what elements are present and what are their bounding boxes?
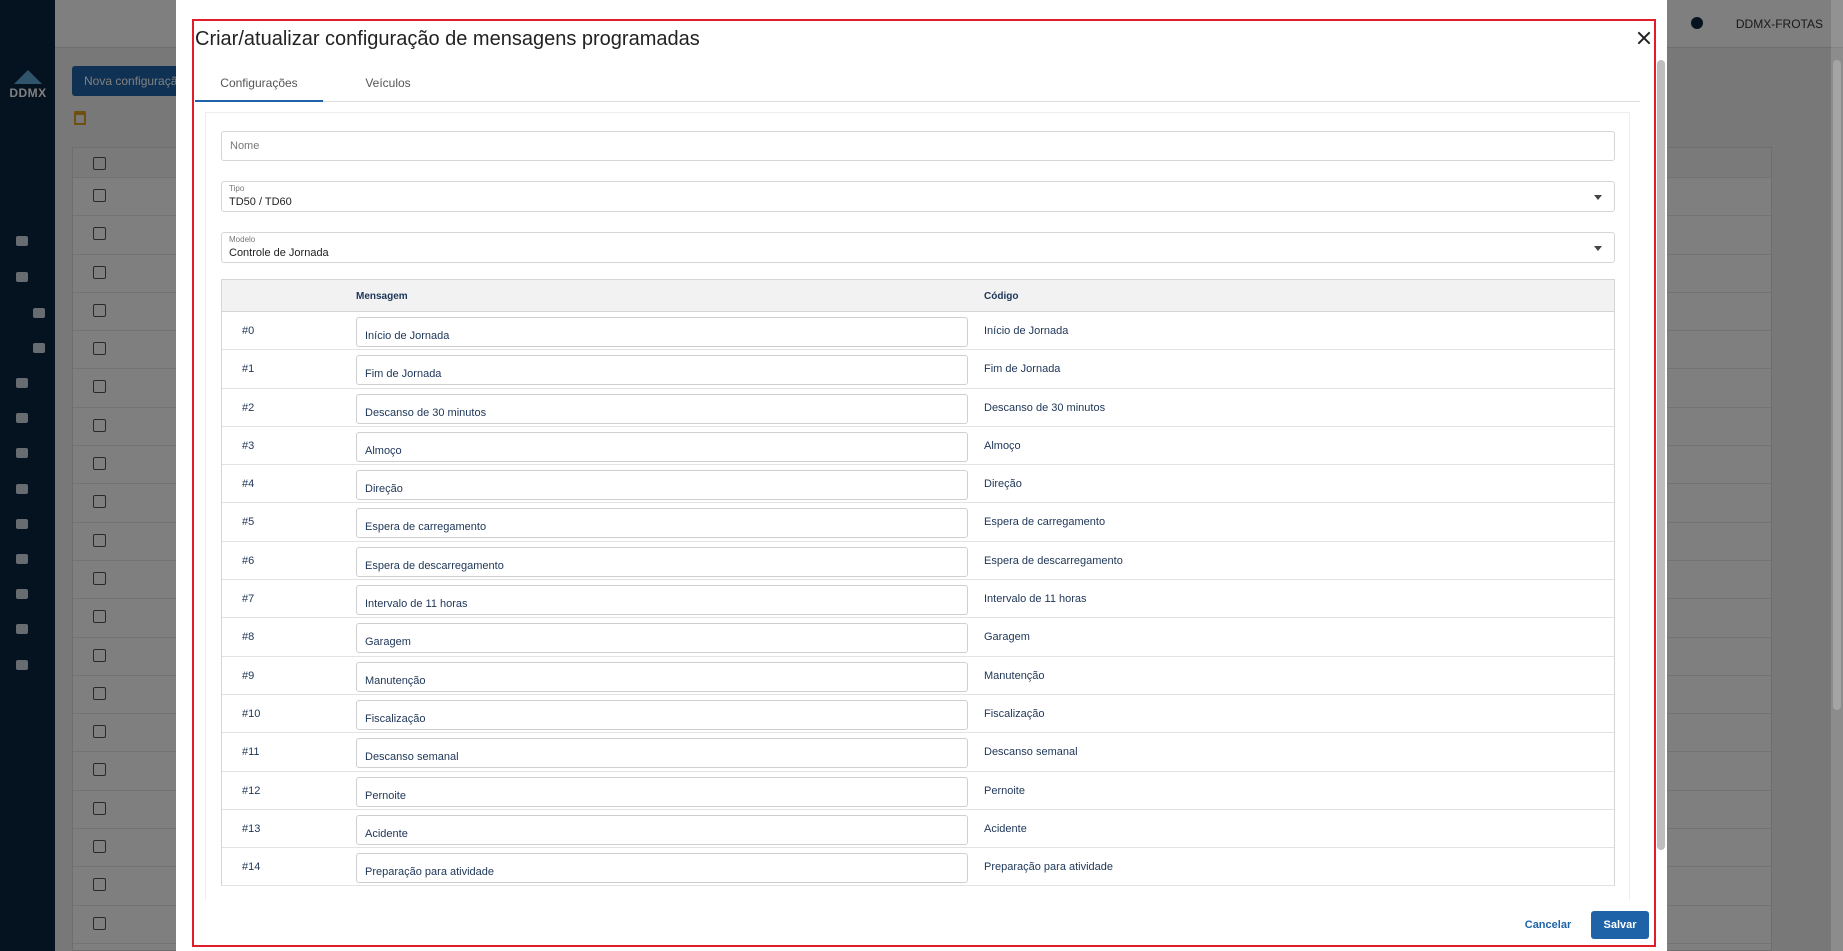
message-code: Almoço (984, 439, 1021, 452)
name-input[interactable] (222, 132, 1614, 160)
message-input[interactable]: Pernoite (356, 776, 968, 807)
table-row: #5 Espera de carregamento Espera de carreg… (222, 503, 1614, 542)
row-index: #12 (242, 784, 261, 797)
message-input[interactable]: Direção (356, 470, 968, 501)
message-code: Espera de carregamento (984, 516, 1106, 529)
message-code: Pernoite (984, 784, 1025, 797)
messages-table: Mensagem Código #0 Início de Jornada Iníci… (221, 279, 1615, 887)
type-value: TD50 / TD60 (229, 196, 292, 208)
name-field[interactable] (221, 131, 1615, 161)
table-row: #6 Espera de descarregamento Espera de des… (222, 542, 1614, 581)
message-code: Descanso semanal (984, 746, 1078, 759)
close-icon[interactable] (1636, 30, 1652, 46)
dialog-scrollbar-thumb[interactable] (1657, 60, 1665, 850)
config-panel: Tipo TD50 / TD60 Modelo Controle de Jorn… (205, 112, 1630, 900)
row-index: #5 (242, 516, 255, 529)
message-input[interactable]: Almoço (356, 431, 968, 462)
table-row: #1 Fim de Jornada Fim de Jornada (222, 350, 1614, 389)
row-index: #13 (242, 822, 261, 835)
table-row: #4 Direção Direção (222, 465, 1614, 504)
message-input[interactable]: Acidente (356, 814, 968, 845)
message-input[interactable]: Fiscalização (356, 699, 968, 730)
row-index: #3 (242, 439, 255, 452)
message-code: Fim de Jornada (984, 363, 1061, 376)
message-code: Descanso de 30 minutos (984, 401, 1106, 414)
message-code: Início de Jornada (984, 325, 1069, 337)
row-index: #10 (242, 707, 261, 720)
table-row: #9 Manutenção Manutenção (222, 657, 1614, 695)
row-index: #9 (242, 669, 255, 682)
dialog-scrollbar[interactable] (1656, 60, 1666, 850)
table-header: Mensagem Código (222, 280, 1614, 312)
dialog-title: Criar/atualizar configuração de mensagen… (195, 28, 700, 50)
page-scrollbar[interactable] (1831, 0, 1843, 951)
message-code: Fiscalização (984, 707, 1045, 720)
message-code: Acidente (984, 822, 1027, 835)
tab-configuracoes[interactable]: Configurações (195, 66, 323, 102)
table-row: #7 Intervalo de 11 horas Intervalo de 11 h… (222, 580, 1614, 619)
message-code: Garagem (984, 631, 1030, 644)
message-code: Direção (984, 478, 1022, 491)
model-value: Controle de Jornada (229, 247, 329, 259)
message-input[interactable]: Espera de descarregamento (356, 546, 968, 577)
tab-veiculos[interactable]: Veículos (323, 66, 453, 102)
table-row: #14 Preparação para atividade Preparação p… (222, 848, 1614, 887)
table-row: #3 Almoço Almoço (222, 427, 1614, 466)
model-select[interactable]: Modelo Controle de Jornada (221, 232, 1615, 263)
table-body: #0 Início de Jornada Início de Jornada #1 Fi… (222, 312, 1614, 887)
message-code: Manutenção (984, 669, 1045, 682)
column-header-mensagem: Mensagem (356, 291, 408, 302)
table-row: #13 Acidente Acidente (222, 810, 1614, 849)
message-input[interactable]: Início de Jornada (356, 317, 968, 347)
row-index: #2 (242, 401, 255, 414)
type-label: Tipo (229, 184, 245, 193)
row-index: #4 (242, 478, 255, 491)
row-index: #14 (242, 861, 261, 874)
message-input[interactable]: Espera de carregamento (356, 508, 968, 539)
row-index: #0 (242, 325, 255, 337)
message-code: Espera de descarregamento (984, 554, 1123, 567)
dialog-tabs: Configurações Veículos (195, 66, 1640, 102)
row-index: #8 (242, 631, 255, 644)
message-code: Intervalo de 11 horas (984, 593, 1087, 606)
table-row: #8 Garagem Garagem (222, 618, 1614, 657)
table-row: #10 Fiscalização Fiscalização (222, 695, 1614, 734)
table-row: #12 Pernoite Pernoite (222, 772, 1614, 810)
model-label: Modelo (229, 235, 256, 244)
dialog-footer (176, 900, 1656, 950)
table-row: #2 Descanso de 30 minutos Descanso de 30 m… (222, 389, 1614, 427)
message-input[interactable]: Preparação para atividade (356, 853, 968, 884)
message-input[interactable]: Garagem (356, 623, 968, 654)
message-input[interactable]: Descanso semanal (356, 738, 968, 769)
message-input[interactable]: Intervalo de 11 horas (356, 585, 968, 616)
row-index: #11 (242, 746, 260, 759)
type-select[interactable]: Tipo TD50 / TD60 (221, 181, 1615, 212)
chevron-down-icon[interactable] (1594, 195, 1602, 200)
message-code: Preparação para atividade (984, 861, 1114, 874)
column-header-codigo: Código (984, 291, 1019, 302)
table-row: #0 Início de Jornada Início de Jornada (222, 312, 1614, 351)
save-button[interactable]: Salvar (1591, 911, 1649, 939)
message-input[interactable]: Fim de Jornada (356, 355, 968, 386)
message-input[interactable]: Descanso de 30 minutos (356, 393, 968, 424)
row-index: #1 (242, 363, 255, 376)
row-index: #7 (242, 593, 255, 606)
table-row: #11 Descanso semanal Descanso semanal (222, 733, 1614, 772)
row-index: #6 (242, 554, 255, 567)
chevron-down-icon[interactable] (1594, 246, 1602, 251)
cancel-button[interactable]: Cancelar (1510, 911, 1586, 939)
page-scrollbar-thumb[interactable] (1833, 60, 1841, 710)
message-input[interactable]: Manutenção (356, 661, 968, 692)
